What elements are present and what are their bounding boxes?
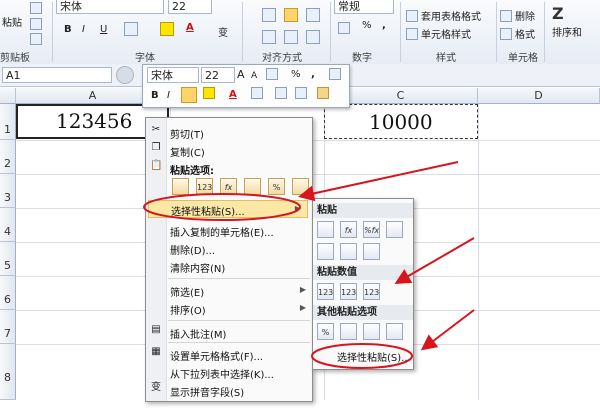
annotation-overlay bbox=[143, 161, 475, 369]
highlight-ellipse bbox=[143, 193, 301, 221]
highlight-ellipse bbox=[311, 343, 413, 369]
annotation-arrow bbox=[298, 161, 459, 202]
annotation-arrow bbox=[420, 309, 475, 351]
annotation-arrow bbox=[394, 237, 475, 285]
